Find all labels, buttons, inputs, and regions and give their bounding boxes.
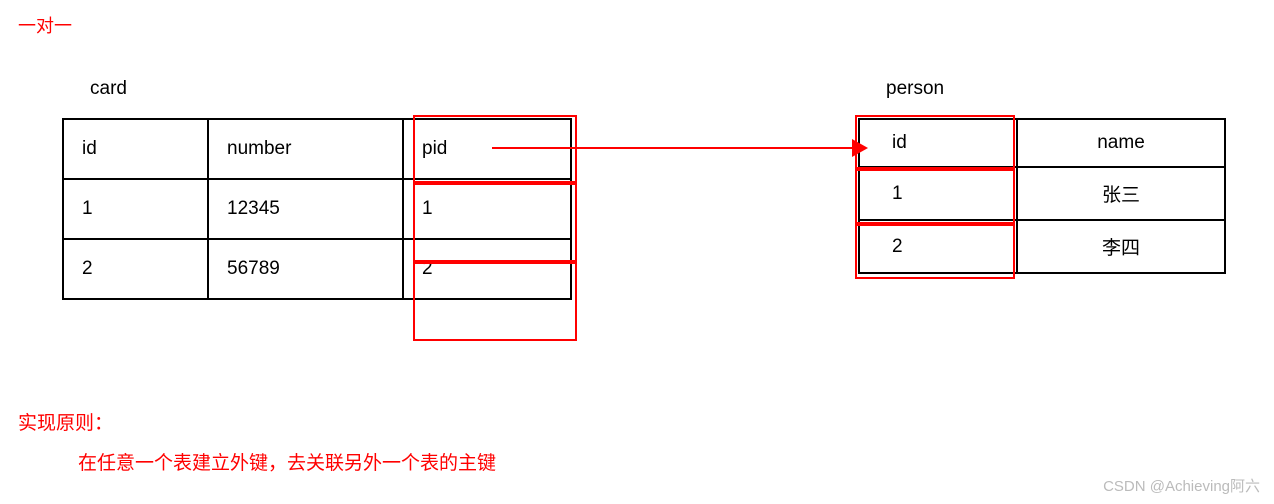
card-cell: 2 xyxy=(63,239,208,299)
table-row: 1 12345 1 xyxy=(63,179,571,239)
person-cell: 1 xyxy=(859,167,1017,220)
relation-arrow-head-icon xyxy=(852,139,868,157)
card-cell: 1 xyxy=(403,179,571,239)
person-cell: 张三 xyxy=(1017,167,1225,220)
person-header-id: id xyxy=(859,119,1017,167)
card-header-id: id xyxy=(63,119,208,179)
table-row: 2 56789 2 xyxy=(63,239,571,299)
table-row: 2 李四 xyxy=(859,220,1225,273)
card-cell: 12345 xyxy=(208,179,403,239)
principle-text: 在任意一个表建立外键，去关联另外一个表的主键 xyxy=(78,448,496,475)
person-header-name: name xyxy=(1017,119,1225,167)
person-cell: 李四 xyxy=(1017,220,1225,273)
table-row: 1 张三 xyxy=(859,167,1225,220)
watermark: CSDN @Achieving阿六 xyxy=(1103,475,1260,496)
diagram-title: 一对一 xyxy=(18,12,72,38)
card-cell: 56789 xyxy=(208,239,403,299)
card-cell: 2 xyxy=(403,239,571,299)
card-header-number: number xyxy=(208,119,403,179)
person-cell: 2 xyxy=(859,220,1017,273)
card-header-pid: pid xyxy=(403,119,571,179)
card-cell: 1 xyxy=(63,179,208,239)
person-table-label: person xyxy=(886,78,944,100)
table-header-row: id name xyxy=(859,119,1225,167)
card-table-label: card xyxy=(90,78,127,100)
relation-arrow-line xyxy=(492,147,855,149)
person-table: id name 1 张三 2 李四 xyxy=(858,118,1226,274)
table-header-row: id number pid xyxy=(63,119,571,179)
principle-label: 实现原则： xyxy=(18,408,113,435)
card-table: id number pid 1 12345 1 2 56789 2 xyxy=(62,118,572,300)
